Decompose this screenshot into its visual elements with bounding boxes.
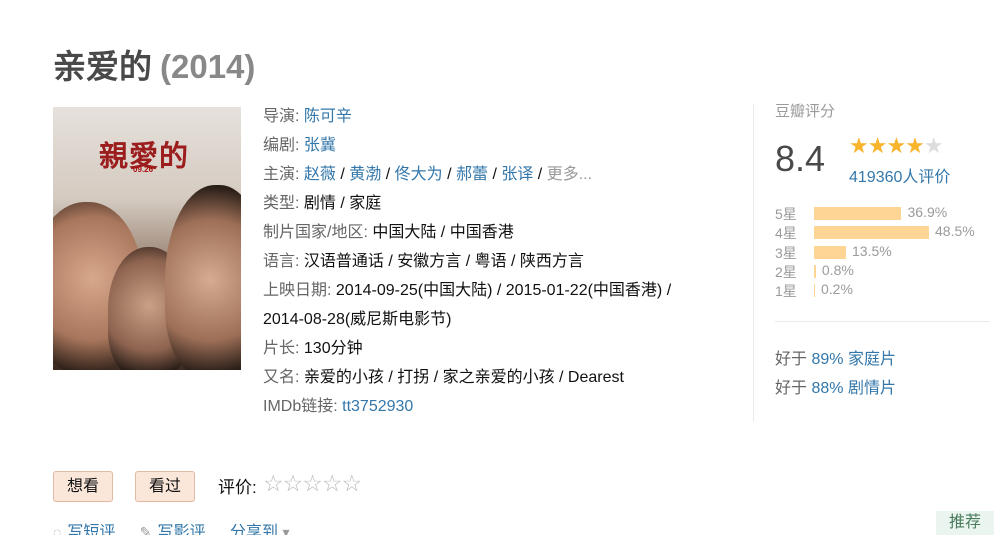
imdb-label: IMDb链接: bbox=[263, 398, 338, 415]
movie-info: 导演: 陈可辛 编剧: 张冀 主演: 赵薇 / 黄渤 / 佟大为 / 郝蕾 / … bbox=[263, 102, 743, 421]
rating-bar bbox=[814, 284, 815, 298]
cast-row: 主演: 赵薇 / 黄渤 / 佟大为 / 郝蕾 / 张译 / 更多... bbox=[263, 166, 593, 183]
cast-link[interactable]: 黄渤 bbox=[349, 166, 381, 183]
release-row-continued: 2014-08-28(威尼斯电影节) bbox=[263, 305, 743, 334]
cast-link[interactable]: 郝蕾 bbox=[456, 166, 488, 183]
write-review-link[interactable]: ✎ 写影评 bbox=[140, 524, 206, 535]
country-row: 制片国家/地区: 中国大陆 / 中国香港 bbox=[263, 218, 743, 247]
write-short-review-link[interactable]: ◌ 写短评 bbox=[53, 524, 115, 535]
release-value-continued: 2014-08-28(威尼斯电影节) bbox=[263, 311, 452, 328]
rating-bar-row: 1星 0.2% bbox=[775, 281, 990, 300]
share-label: 分享到 bbox=[230, 524, 279, 535]
runtime-label: 片长: bbox=[263, 340, 300, 357]
movie-year: (2014) bbox=[160, 48, 256, 85]
rating-bar-percent: 48.5% bbox=[935, 223, 975, 240]
rating-bar bbox=[814, 226, 929, 240]
director-row: 导演: 陈可辛 bbox=[263, 102, 743, 131]
runtime-value: 130分钟 bbox=[303, 340, 363, 357]
imdb-row: IMDb链接: tt3752930 bbox=[263, 392, 743, 421]
runtime-row: 片长: 130分钟 bbox=[263, 334, 743, 363]
better-than-genre[interactable]: 家庭片 bbox=[848, 351, 896, 368]
writer-row: 编剧: 张冀 bbox=[263, 131, 743, 160]
rating-label: 豆瓣评分 bbox=[775, 103, 836, 120]
pencil-icon: ✎ bbox=[139, 524, 152, 535]
imdb-link[interactable]: tt3752930 bbox=[342, 398, 413, 415]
movie-poster[interactable]: 親愛的 09.26 bbox=[53, 107, 241, 370]
poster-date-badge: 09.26 bbox=[133, 165, 154, 174]
genre-row: 类型: 剧情 / 家庭 bbox=[263, 189, 743, 218]
rating-bar-label: 5星 bbox=[775, 206, 797, 222]
chevron-down-icon: ▾ bbox=[282, 524, 290, 535]
release-label: 上映日期: bbox=[263, 282, 332, 299]
better-than-genre[interactable]: 剧情片 bbox=[848, 380, 896, 397]
genre-label: 类型: bbox=[263, 195, 300, 212]
rate-stars-input[interactable]: ☆☆☆☆☆ bbox=[263, 470, 362, 497]
rating-bar-row: 2星 0.8% bbox=[775, 262, 990, 281]
cast-more-link[interactable]: 更多... bbox=[547, 166, 592, 183]
language-value: 汉语普通话 / 安徽方言 / 粤语 / 陕西方言 bbox=[303, 253, 584, 270]
language-label: 语言: bbox=[263, 253, 300, 270]
cast-link[interactable]: 张译 bbox=[501, 166, 533, 183]
star-filled-icon: ★★★★ bbox=[849, 133, 925, 158]
better-than-row: 好于 89% 家庭片 bbox=[775, 345, 896, 369]
share-dropdown[interactable]: 分享到 ▾ bbox=[230, 524, 296, 535]
genre-value: 剧情 / 家庭 bbox=[303, 195, 382, 212]
want-to-watch-button[interactable]: 想看 bbox=[53, 471, 114, 502]
write-review-label: 写影评 bbox=[157, 524, 206, 535]
cast-label: 主演: bbox=[263, 166, 300, 183]
rating-separator bbox=[775, 321, 990, 322]
cast-link[interactable]: 佟大为 bbox=[395, 166, 443, 183]
better-than-prefix: 好于 bbox=[775, 380, 808, 397]
rating-bar-label: 4星 bbox=[775, 225, 797, 242]
cast-link[interactable]: 赵薇 bbox=[304, 166, 336, 183]
aka-label: 又名: bbox=[263, 369, 300, 386]
rating-bar-label: 3星 bbox=[775, 244, 797, 261]
watched-button[interactable]: 看过 bbox=[135, 471, 196, 502]
country-label: 制片国家/地区: bbox=[263, 224, 368, 241]
aka-value: 亲爱的小孩 / 打拐 / 家之亲爱的小孩 / Dearest bbox=[303, 369, 624, 386]
rating-bar-percent: 13.5% bbox=[852, 242, 892, 259]
movie-title: 亲爱的 bbox=[53, 48, 152, 85]
writer-link[interactable]: 张冀 bbox=[304, 137, 336, 154]
write-short-review-label: 写短评 bbox=[67, 524, 116, 535]
language-row: 语言: 汉语普通话 / 安徽方言 / 粤语 / 陕西方言 bbox=[263, 247, 743, 276]
aka-row: 又名: 亲爱的小孩 / 打拐 / 家之亲爱的小孩 / Dearest bbox=[263, 363, 743, 392]
rating-bar-percent: 0.2% bbox=[821, 281, 853, 298]
writer-label: 编剧: bbox=[263, 137, 300, 154]
better-than-prefix: 好于 bbox=[775, 351, 808, 368]
page-title: 亲爱的 (2014) bbox=[53, 40, 255, 88]
star-empty-icon: ★ bbox=[923, 133, 944, 158]
better-than-row: 好于 88% 剧情片 bbox=[775, 374, 896, 398]
director-link[interactable]: 陈可辛 bbox=[304, 108, 352, 125]
action-links: ◌ 写短评 ✎ 写影评 分享到 ▾ bbox=[53, 518, 316, 535]
rating-bar bbox=[814, 245, 846, 259]
better-than-percent[interactable]: 89% bbox=[811, 351, 843, 368]
better-than-percent[interactable]: 88% bbox=[811, 380, 843, 397]
rating-bar bbox=[814, 207, 902, 220]
comment-icon: ◌ bbox=[53, 524, 62, 535]
rating-stars: ★★★★★ bbox=[849, 133, 944, 159]
recommend-button[interactable]: 推荐 bbox=[936, 511, 994, 535]
rating-votes-link[interactable]: 419360人评价 bbox=[849, 163, 950, 187]
rating-bar-row: 5星 36.9% bbox=[775, 204, 990, 223]
rating-panel: 豆瓣评分 8.4 ★★★★★ 419360人评价 5星 36.9% 4星 48.5%… bbox=[775, 100, 990, 397]
director-label: 导演: bbox=[263, 108, 300, 125]
rating-score: 8.4 bbox=[775, 138, 826, 179]
release-value: 2014-09-25(中国大陆) / 2015-01-22(中国香港) / bbox=[335, 282, 672, 299]
poster-figure-right bbox=[165, 185, 241, 370]
rate-label: 评价: bbox=[218, 478, 257, 497]
rating-bar-percent: 36.9% bbox=[907, 204, 948, 220]
rating-bar bbox=[814, 264, 816, 278]
rating-bar-label: 2星 bbox=[775, 263, 797, 280]
rating-distribution: 5星 36.9% 4星 48.5% 3星 13.5% 2星 0.8% 1星 0.2% bbox=[775, 204, 990, 300]
country-value: 中国大陆 / 中国香港 bbox=[372, 224, 514, 241]
rating-bar-row: 4星 48.5% bbox=[775, 223, 990, 242]
release-row: 上映日期: 2014-09-25(中国大陆) / 2015-01-22(中国香港… bbox=[263, 276, 743, 305]
section-divider bbox=[753, 104, 754, 422]
rating-bar-label: 1星 bbox=[775, 283, 797, 300]
rating-bar-percent: 0.8% bbox=[821, 261, 854, 278]
rating-bar-row: 3星 13.5% bbox=[775, 243, 990, 262]
